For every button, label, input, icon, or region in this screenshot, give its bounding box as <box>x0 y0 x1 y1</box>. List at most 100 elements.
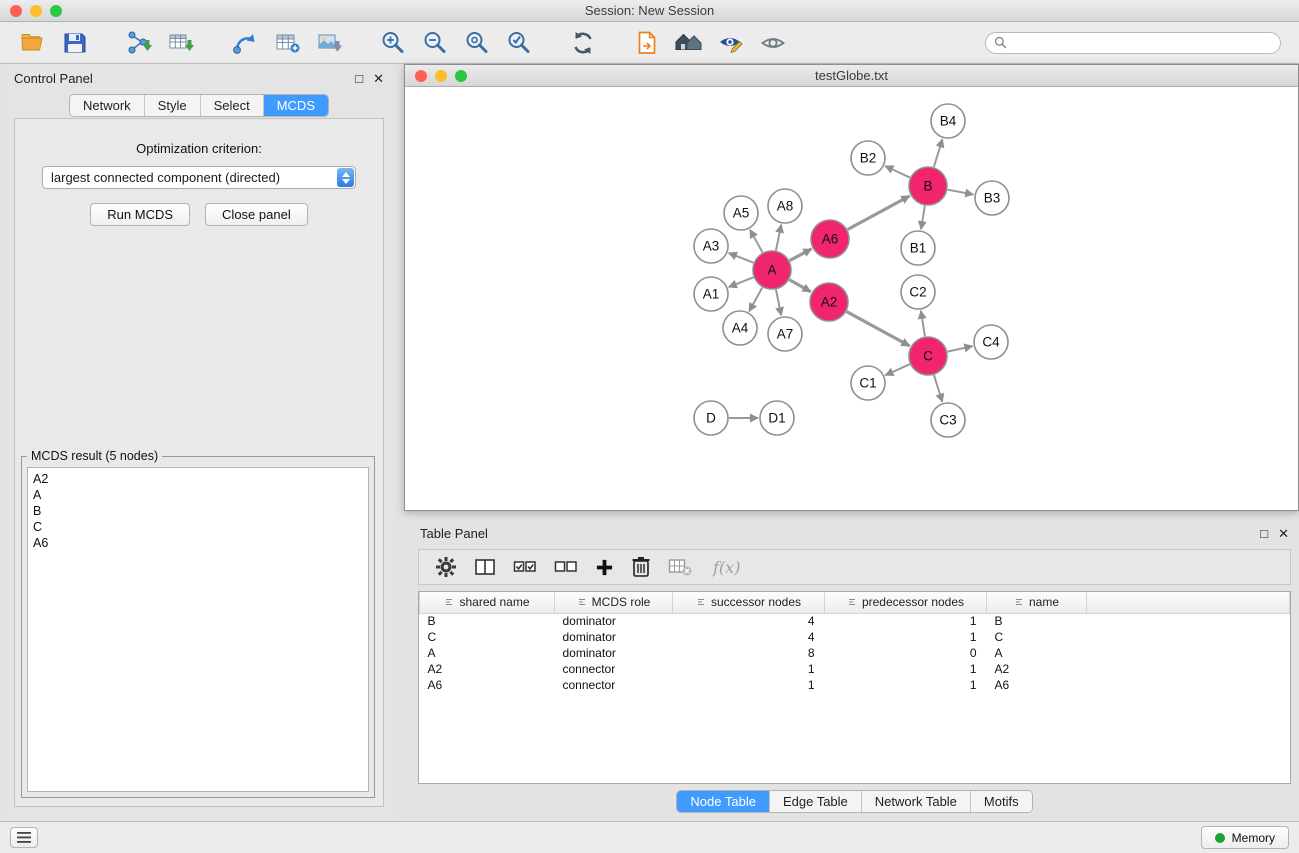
graph-edge-B-B1[interactable] <box>921 206 925 229</box>
graph-edge-A-A3[interactable] <box>729 253 754 263</box>
task-history-button[interactable] <box>10 827 38 848</box>
memory-button[interactable]: Memory <box>1201 826 1289 849</box>
refresh-view-button[interactable] <box>562 25 604 61</box>
columns-icon <box>474 556 496 578</box>
column-header-predecessor-nodes[interactable]: predecessor nodes <box>825 592 987 613</box>
node-table: shared name MCDS role successor nodes pr… <box>418 591 1291 784</box>
overview-homes-button[interactable] <box>668 25 710 61</box>
minimize-window-icon[interactable] <box>30 5 42 17</box>
graph-node-label-C4: C4 <box>982 335 1000 350</box>
mcds-result-item[interactable]: B <box>33 503 363 519</box>
close-window-icon[interactable] <box>10 5 22 17</box>
add-column-button[interactable] <box>595 558 614 577</box>
float-panel-icon[interactable]: □ <box>355 72 363 85</box>
mcds-result-item[interactable]: A6 <box>33 535 363 551</box>
cell-predecessor-nodes: 1 <box>825 629 987 645</box>
tab-node-table[interactable]: Node Table <box>677 791 769 812</box>
graph-edge-B-B3[interactable] <box>948 190 974 195</box>
delete-column-button[interactable] <box>631 556 651 578</box>
table-panel-tabs: Node Table Edge Table Network Table Moti… <box>410 790 1299 813</box>
network-document-button[interactable] <box>626 25 668 61</box>
mcds-result-item[interactable]: A <box>33 487 363 503</box>
import-network-button[interactable] <box>118 25 160 61</box>
network-document-icon <box>633 29 661 57</box>
mcds-result-item[interactable]: A2 <box>33 471 363 487</box>
graph-edge-A-A5[interactable] <box>750 230 762 253</box>
close-panel-button[interactable]: Close panel <box>205 203 308 226</box>
network-close-icon[interactable] <box>415 70 427 82</box>
network-maximize-icon[interactable] <box>455 70 467 82</box>
new-table-button[interactable] <box>266 25 308 61</box>
column-type-icon <box>696 597 706 607</box>
column-header-shared-name[interactable]: shared name <box>420 592 555 613</box>
graph-edge-C-C3[interactable] <box>934 375 942 402</box>
graph-edge-A-A2[interactable] <box>789 280 810 292</box>
float-table-panel-icon[interactable]: □ <box>1260 527 1268 540</box>
table-row[interactable]: A6connector11A6 <box>420 677 1290 693</box>
cell-mcds-role: dominator <box>555 613 673 629</box>
graph-edge-A-A8[interactable] <box>776 225 781 251</box>
search-input[interactable] <box>1012 36 1272 50</box>
zoom-selected-button[interactable] <box>498 25 540 61</box>
delete-table-button[interactable] <box>668 557 692 577</box>
cell-predecessor-nodes: 0 <box>825 645 987 661</box>
window-controls <box>10 5 62 17</box>
graph-edge-C-C1[interactable] <box>885 364 909 375</box>
tab-select[interactable]: Select <box>200 95 263 116</box>
export-image-button[interactable] <box>308 25 350 61</box>
tab-motifs[interactable]: Motifs <box>970 791 1032 812</box>
cell-mcds-role: connector <box>555 661 673 677</box>
graph-edge-A-A4[interactable] <box>749 288 762 312</box>
select-all-button[interactable] <box>513 558 537 576</box>
criterion-dropdown[interactable]: largest connected component (directed) <box>42 166 356 189</box>
column-header-successor-nodes[interactable]: successor nodes <box>673 592 825 613</box>
search-box[interactable] <box>985 32 1281 54</box>
control-panel-title: Control Panel <box>14 71 93 86</box>
graph-node-label-A6: A6 <box>822 232 839 247</box>
cell-name: C <box>987 629 1087 645</box>
function-builder-button[interactable]: f(x) <box>713 558 740 577</box>
graph-edge-C-C2[interactable] <box>921 311 925 336</box>
column-header-name[interactable]: name <box>987 592 1087 613</box>
zoom-in-button[interactable] <box>372 25 414 61</box>
open-session-button[interactable] <box>12 25 54 61</box>
maximize-window-icon[interactable] <box>50 5 62 17</box>
annotation-mode-button[interactable] <box>710 25 752 61</box>
table-settings-button[interactable] <box>435 556 457 578</box>
new-table-icon <box>273 29 301 57</box>
run-mcds-button[interactable]: Run MCDS <box>90 203 190 226</box>
graph-edge-A2-C[interactable] <box>847 312 910 346</box>
graph-edge-A6-B[interactable] <box>848 196 910 229</box>
zoom-fit-button[interactable] <box>456 25 498 61</box>
zoom-out-button[interactable] <box>414 25 456 61</box>
new-network-button[interactable] <box>224 25 266 61</box>
graph-edge-B-B2[interactable] <box>885 166 910 178</box>
graph-edge-A-A1[interactable] <box>729 277 754 287</box>
graph-edge-C-C4[interactable] <box>948 346 973 352</box>
network-minimize-icon[interactable] <box>435 70 447 82</box>
cell-name: A6 <box>987 677 1087 693</box>
tab-network-table[interactable]: Network Table <box>861 791 970 812</box>
tab-network[interactable]: Network <box>70 95 144 116</box>
deselect-all-button[interactable] <box>554 558 578 576</box>
table-row[interactable]: Adominator80A <box>420 645 1290 661</box>
network-canvas[interactable]: AA1A2A3A4A5A6A7A8BB1B2B3B4CC1C2C3C4DD1 <box>405 87 1298 510</box>
graph-edge-A-A6[interactable] <box>790 249 812 261</box>
tab-mcds[interactable]: MCDS <box>263 95 328 116</box>
close-panel-icon[interactable]: ✕ <box>373 72 384 85</box>
table-row[interactable]: A2connector11A2 <box>420 661 1290 677</box>
import-table-button[interactable] <box>160 25 202 61</box>
table-panel-header: Table Panel □ ✕ <box>410 519 1299 547</box>
show-hide-button[interactable] <box>752 25 794 61</box>
table-row[interactable]: Bdominator41B <box>420 613 1290 629</box>
show-columns-button[interactable] <box>474 556 496 578</box>
column-header-mcds-role[interactable]: MCDS role <box>555 592 673 613</box>
tab-edge-table[interactable]: Edge Table <box>769 791 861 812</box>
tab-style[interactable]: Style <box>144 95 200 116</box>
graph-edge-A-A7[interactable] <box>776 290 781 316</box>
table-row[interactable]: Cdominator41C <box>420 629 1290 645</box>
close-table-panel-icon[interactable]: ✕ <box>1278 527 1289 540</box>
graph-edge-B-B4[interactable] <box>934 139 943 167</box>
save-session-button[interactable] <box>54 25 96 61</box>
mcds-result-item[interactable]: C <box>33 519 363 535</box>
